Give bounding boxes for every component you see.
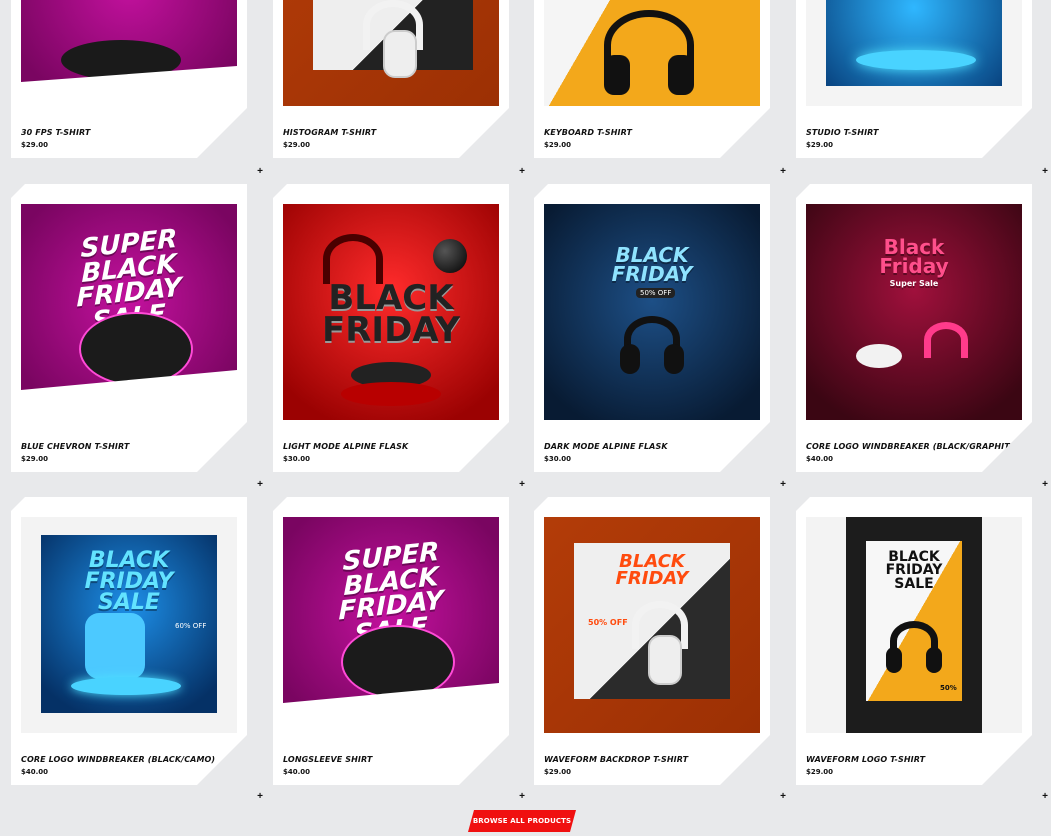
product-price: $29.00 xyxy=(806,141,834,149)
earbuds-case-artwork xyxy=(343,627,453,697)
sphere-artwork xyxy=(433,239,467,273)
product-title[interactable]: Studio T-Shirt xyxy=(806,128,879,137)
artwork-headline: BLACK FRIDAY SALE xyxy=(885,549,943,592)
product-title[interactable]: Histogram T-Shirt xyxy=(283,128,376,137)
product-price: $40.00 xyxy=(283,768,311,776)
controller-artwork xyxy=(856,344,902,368)
artwork-footer xyxy=(21,88,237,106)
headphones-artwork xyxy=(323,234,383,284)
product-card[interactable]: Studio T-Shirt $29.00 xyxy=(796,0,1032,158)
product-image[interactable] xyxy=(21,0,237,106)
product-image[interactable] xyxy=(283,0,499,106)
artwork-badge: 50% OFF xyxy=(636,288,676,298)
product-card[interactable]: BLACK FRIDAY Light Mode Alpine Flask $30… xyxy=(273,184,509,472)
product-image[interactable] xyxy=(544,0,760,106)
plus-icon: + xyxy=(519,791,525,802)
product-price: $29.00 xyxy=(806,768,834,776)
product-price: $29.00 xyxy=(544,141,572,149)
product-image[interactable]: BLACK FRIDAY SALE 60% OFF xyxy=(21,517,237,733)
headphones-cup-artwork xyxy=(604,55,630,95)
product-price: $29.00 xyxy=(283,141,311,149)
product-title[interactable]: Longsleeve Shirt xyxy=(283,755,372,764)
headphones-cup-artwork xyxy=(664,344,684,374)
product-title[interactable]: Keyboard T-Shirt xyxy=(544,128,632,137)
headphones-cup-artwork xyxy=(383,30,417,78)
product-image[interactable]: BLACK FRIDAY SALE 50% xyxy=(806,517,1022,733)
product-title[interactable]: Blue Chevron T-Shirt xyxy=(21,442,129,451)
plus-icon: + xyxy=(1042,479,1048,490)
headphones-cup-artwork xyxy=(886,647,902,673)
product-card[interactable]: BLACK FRIDAY SALE 60% OFF Core Logo Wind… xyxy=(11,497,247,785)
artwork-headline: BLACK FRIDAY xyxy=(322,278,460,351)
product-card[interactable]: Black Friday Super Sale Core Logo Windbr… xyxy=(796,184,1032,472)
product-price: $29.00 xyxy=(21,455,49,463)
product-image[interactable]: BLACK FRIDAY 50% OFF xyxy=(544,517,760,733)
artwork-headline: BLACK FRIDAY xyxy=(611,243,693,286)
plus-icon: + xyxy=(257,479,263,490)
product-card[interactable]: Histogram T-Shirt $29.00 xyxy=(273,0,509,158)
product-image[interactable]: BLACK FRIDAY 50% OFF xyxy=(544,204,760,420)
product-card[interactable]: 30 FPS T-Shirt $29.00 xyxy=(11,0,247,158)
product-title[interactable]: Dark Mode Alpine Flask xyxy=(544,442,668,451)
product-image[interactable] xyxy=(806,0,1022,106)
artwork-badge: 50% OFF xyxy=(588,618,628,627)
watch-stand-artwork xyxy=(71,677,181,695)
product-price: $29.00 xyxy=(21,141,49,149)
product-title[interactable]: Waveform Backdrop T-Shirt xyxy=(544,755,688,764)
pedestal-artwork xyxy=(341,382,441,406)
plus-icon: + xyxy=(780,479,786,490)
earbuds-case-artwork xyxy=(81,314,191,384)
product-title[interactable]: Core Logo Windbreaker (Black/Graphite) xyxy=(806,442,1019,451)
headphones-artwork xyxy=(924,322,968,358)
product-title[interactable]: 30 FPS T-Shirt xyxy=(21,128,91,137)
artwork-headline: BLACK FRIDAY xyxy=(615,551,689,590)
headphones-cup-artwork xyxy=(620,344,640,374)
product-title[interactable]: Light Mode Alpine Flask xyxy=(283,442,408,451)
product-title[interactable]: Core Logo Windbreaker (Black/Camo) xyxy=(21,755,215,764)
plus-icon: + xyxy=(1042,166,1048,177)
product-image[interactable]: BLACK FRIDAY xyxy=(283,204,499,420)
watch-stand-artwork xyxy=(856,50,976,70)
product-price: $40.00 xyxy=(21,768,49,776)
plus-icon: + xyxy=(780,166,786,177)
product-image[interactable]: SUPER BLACK FRIDAY SALE xyxy=(283,517,499,733)
artwork-poster xyxy=(826,0,1002,86)
plus-icon: + xyxy=(519,166,525,177)
product-price: $30.00 xyxy=(544,455,572,463)
plus-icon: + xyxy=(257,791,263,802)
headphones-cup-artwork xyxy=(648,635,682,685)
artwork-headline: BLACK FRIDAY SALE xyxy=(84,548,174,615)
product-card[interactable]: BLACK FRIDAY 50% OFF Dark Mode Alpine Fl… xyxy=(534,184,770,472)
browse-all-products-button[interactable]: BROWSE ALL PRODUCTS xyxy=(468,810,576,832)
plus-icon: + xyxy=(1042,791,1048,802)
product-image[interactable]: SUPER BLACK FRIDAY SALE xyxy=(21,204,237,420)
product-price: $40.00 xyxy=(806,455,834,463)
plus-icon: + xyxy=(519,479,525,490)
product-price: $30.00 xyxy=(283,455,311,463)
product-artwork xyxy=(544,204,760,420)
headphones-cup-artwork xyxy=(926,647,942,673)
headphones-cup-artwork xyxy=(668,55,694,95)
product-card[interactable]: SUPER BLACK FRIDAY SALE Blue Chevron T-S… xyxy=(11,184,247,472)
artwork-badge: 50% xyxy=(940,684,957,692)
plus-icon: + xyxy=(780,791,786,802)
watch-artwork xyxy=(85,613,145,679)
artwork-subheadline: Super Sale xyxy=(889,279,939,288)
product-title[interactable]: Waveform Logo T-Shirt xyxy=(806,755,925,764)
product-image[interactable]: Black Friday Super Sale xyxy=(806,204,1022,420)
product-card[interactable]: SUPER BLACK FRIDAY SALE Longsleeve Shirt… xyxy=(273,497,509,785)
product-card[interactable]: Keyboard T-Shirt $29.00 xyxy=(534,0,770,158)
product-card[interactable]: BLACK FRIDAY 50% OFF Waveform Backdrop T… xyxy=(534,497,770,785)
product-card[interactable]: BLACK FRIDAY SALE 50% Waveform Logo T-Sh… xyxy=(796,497,1032,785)
artwork-badge: 60% OFF xyxy=(175,622,207,630)
product-price: $29.00 xyxy=(544,768,572,776)
artwork-headline: Black Friday xyxy=(879,235,949,278)
plus-icon: + xyxy=(257,166,263,177)
